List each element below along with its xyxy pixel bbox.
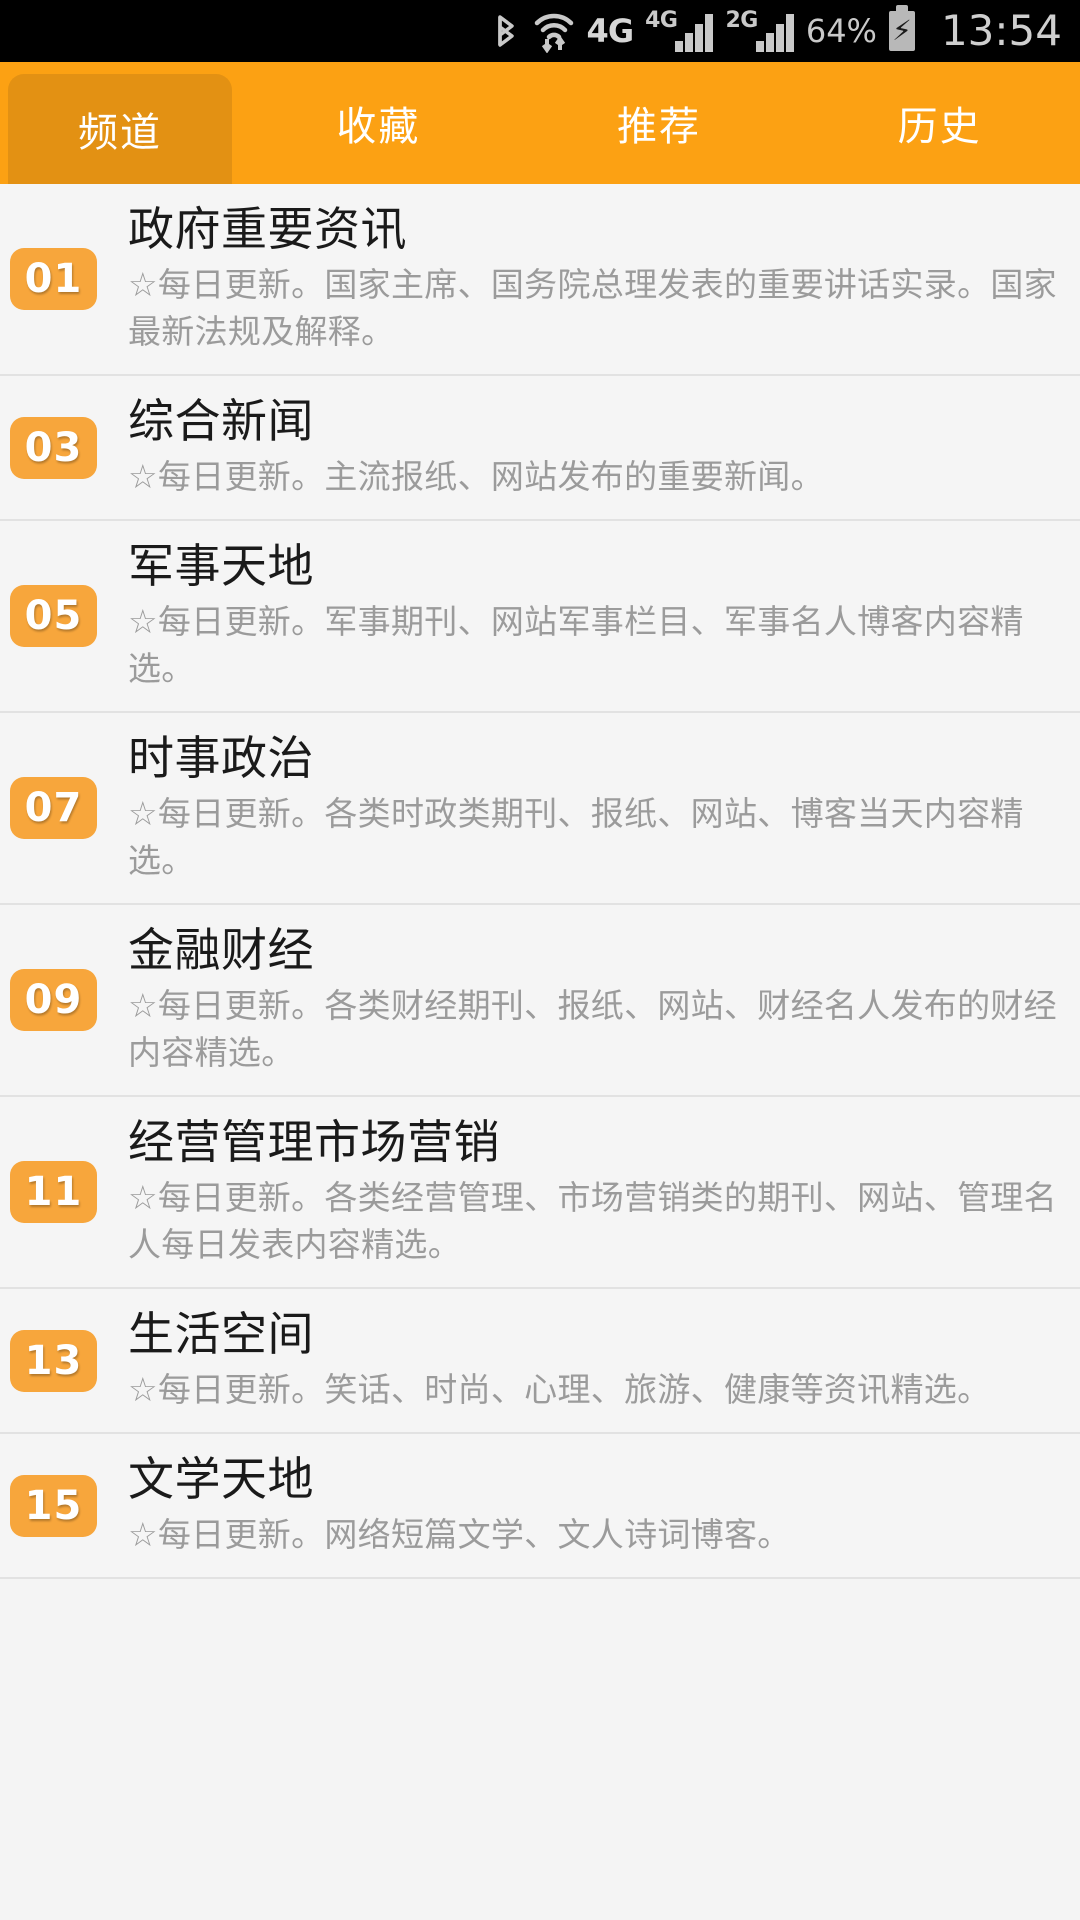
channel-number-wrap: 15 xyxy=(10,1452,108,1559)
channel-number-wrap: 09 xyxy=(10,923,108,1077)
signal-bars-sim1 xyxy=(675,12,714,52)
channel-description: ☆每日更新。各类时政类期刊、报纸、网站、博客当天内容精选。 xyxy=(128,794,1024,881)
signal-sim1: 4G xyxy=(645,8,714,52)
channel-description: ☆每日更新。国家主席、国务院总理发表的重要讲话实录。国家最新法规及解释。 xyxy=(128,265,1057,352)
list-item[interactable]: 15 文学天地 ☆每日更新。网络短篇文学、文人诗词博客。 xyxy=(0,1434,1080,1580)
channel-body: 综合新闻 ☆每日更新。主流报纸、网站发布的重要新闻。 xyxy=(108,394,1060,501)
channel-description: ☆每日更新。军事期刊、网站军事栏目、军事名人博客内容精选。 xyxy=(128,602,1024,689)
channel-title: 文学天地 xyxy=(128,1452,314,1507)
channel-number-wrap: 03 xyxy=(10,394,108,501)
tab-history[interactable]: 历史 xyxy=(799,62,1080,184)
channel-description: ☆每日更新。主流报纸、网站发布的重要新闻。 xyxy=(128,457,824,497)
signal-bars-sim2 xyxy=(755,12,794,52)
tab-bar: 频道 收藏 推荐 历史 xyxy=(0,62,1080,184)
sim2-network-label: 2G xyxy=(725,8,758,33)
channel-number-wrap: 13 xyxy=(10,1307,108,1414)
tab-channels-label: 频道 xyxy=(78,110,162,156)
tab-recommend[interactable]: 推荐 xyxy=(519,62,800,184)
channel-number-wrap: 11 xyxy=(10,1115,108,1269)
channel-body: 文学天地 ☆每日更新。网络短篇文学、文人诗词博客。 xyxy=(108,1452,1060,1559)
channel-title: 经营管理市场营销 xyxy=(128,1115,500,1170)
status-bar-clock: 13:54 xyxy=(940,6,1062,55)
status-bar-icons: 4G 4G 2G 64% ⚡ 13:54 xyxy=(491,5,1062,55)
channel-body: 金融财经 ☆每日更新。各类财经期刊、报纸、网站、财经名人发布的财经内容精选。 xyxy=(108,923,1060,1077)
channel-body: 经营管理市场营销 ☆每日更新。各类经营管理、市场营销类的期刊、网站、管理名人每日… xyxy=(108,1115,1060,1269)
channel-number-badge: 07 xyxy=(10,777,97,840)
channel-title: 综合新闻 xyxy=(128,393,314,448)
bluetooth-icon xyxy=(491,10,521,52)
channel-description: ☆每日更新。笑话、时尚、心理、旅游、健康等资讯精选。 xyxy=(128,1370,991,1410)
wifi-icon xyxy=(533,9,575,53)
list-item[interactable]: 01 政府重要资讯 ☆每日更新。国家主席、国务院总理发表的重要讲话实录。国家最新… xyxy=(0,184,1080,376)
app-screen: 4G 4G 2G 64% ⚡ 13:54 频道 收藏 推荐 历史 01 政府重要… xyxy=(0,0,1080,1920)
list-item[interactable]: 09 金融财经 ☆每日更新。各类财经期刊、报纸、网站、财经名人发布的财经内容精选… xyxy=(0,905,1080,1098)
tab-channels[interactable]: 频道 xyxy=(8,74,232,184)
channel-body: 军事天地 ☆每日更新。军事期刊、网站军事栏目、军事名人博客内容精选。 xyxy=(108,539,1060,693)
channel-number-badge: 05 xyxy=(10,585,97,648)
list-item[interactable]: 11 经营管理市场营销 ☆每日更新。各类经营管理、市场营销类的期刊、网站、管理名… xyxy=(0,1097,1080,1290)
channel-number-badge: 11 xyxy=(10,1161,97,1224)
channel-title: 时事政治 xyxy=(128,731,314,786)
channel-body: 政府重要资讯 ☆每日更新。国家主席、国务院总理发表的重要讲话实录。国家最新法规及… xyxy=(108,202,1060,356)
network-type-label: 4G xyxy=(586,12,635,50)
channel-body: 时事政治 ☆每日更新。各类时政类期刊、报纸、网站、博客当天内容精选。 xyxy=(108,731,1060,885)
channel-description: ☆每日更新。网络短篇文学、文人诗词博客。 xyxy=(128,1515,791,1555)
status-bar: 4G 4G 2G 64% ⚡ 13:54 xyxy=(0,0,1080,62)
sim1-network-label: 4G xyxy=(645,8,678,33)
channel-number-badge: 13 xyxy=(10,1329,97,1392)
channel-body: 生活空间 ☆每日更新。笑话、时尚、心理、旅游、健康等资讯精选。 xyxy=(108,1307,1060,1414)
channel-title: 金融财经 xyxy=(128,923,314,978)
channel-description: ☆每日更新。各类经营管理、市场营销类的期刊、网站、管理名人每日发表内容精选。 xyxy=(128,1178,1057,1265)
battery-charging-icon: ⚡ xyxy=(888,5,915,51)
channel-list[interactable]: 01 政府重要资讯 ☆每日更新。国家主席、国务院总理发表的重要讲话实录。国家最新… xyxy=(0,184,1080,1580)
tab-favorites[interactable]: 收藏 xyxy=(238,62,519,184)
channel-description: ☆每日更新。各类财经期刊、报纸、网站、财经名人发布的财经内容精选。 xyxy=(128,986,1057,1073)
channel-number-badge: 01 xyxy=(10,247,97,310)
list-item[interactable]: 13 生活空间 ☆每日更新。笑话、时尚、心理、旅游、健康等资讯精选。 xyxy=(0,1289,1080,1435)
channel-number-badge: 03 xyxy=(10,416,97,479)
list-item[interactable]: 03 综合新闻 ☆每日更新。主流报纸、网站发布的重要新闻。 xyxy=(0,375,1080,522)
channel-number-badge: 15 xyxy=(10,1474,97,1537)
tab-recommend-label: 推荐 xyxy=(617,104,701,150)
tab-favorites-label: 收藏 xyxy=(336,104,421,150)
channel-number-wrap: 05 xyxy=(10,539,108,693)
list-item[interactable]: 05 军事天地 ☆每日更新。军事期刊、网站军事栏目、军事名人博客内容精选。 xyxy=(0,521,1080,714)
channel-number-wrap: 01 xyxy=(10,202,108,356)
list-item[interactable]: 07 时事政治 ☆每日更新。各类时政类期刊、报纸、网站、博客当天内容精选。 xyxy=(0,713,1080,906)
signal-sim2: 2G xyxy=(725,8,794,52)
channel-number-wrap: 07 xyxy=(10,731,108,885)
channel-title: 生活空间 xyxy=(128,1307,314,1362)
battery-percent-label: 64% xyxy=(805,12,877,50)
channel-number-badge: 09 xyxy=(10,969,97,1032)
channel-title: 军事天地 xyxy=(128,539,314,594)
tab-history-label: 历史 xyxy=(897,104,982,150)
channel-title: 政府重要资讯 xyxy=(128,202,407,256)
